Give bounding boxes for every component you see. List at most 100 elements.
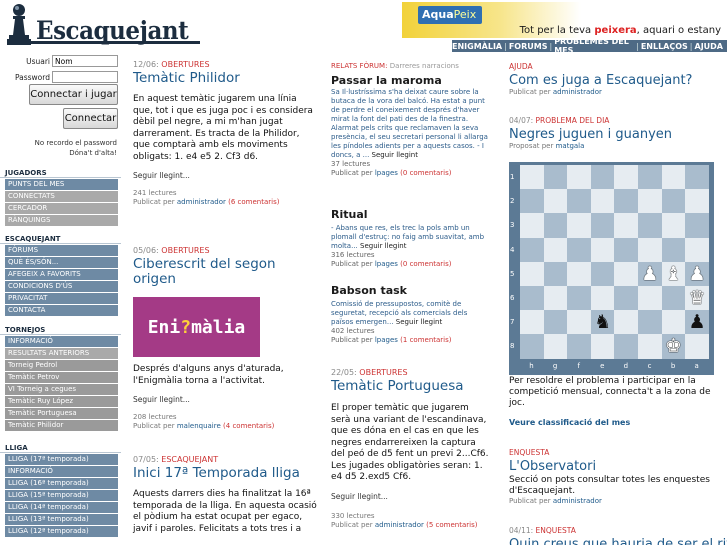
article-category[interactable]: OBERTURES (161, 60, 209, 69)
board-square[interactable] (685, 213, 709, 238)
connect-button[interactable]: Connectar (63, 108, 118, 129)
enigmalia-image[interactable]: Eni? màlia (133, 297, 260, 357)
board-square[interactable] (638, 310, 662, 335)
sidebar-item-torneig[interactable]: Torneig Pedrol (5, 360, 118, 371)
comments-link[interactable]: (0 comentaris) (400, 169, 451, 177)
sidebar-item-torneig[interactable]: Temàtic Petrov (5, 372, 118, 383)
sidebar-item-informacio[interactable]: INFORMACIÓ (5, 336, 118, 347)
sidebar-item-torneig[interactable]: Temàtic Ruy López (5, 396, 118, 407)
board-square[interactable] (614, 237, 638, 262)
white-queen-icon[interactable]: ♛ (685, 286, 709, 310)
sidebar-item-cercador[interactable]: CERCADOR (5, 203, 118, 214)
black-pawn-icon[interactable]: ♟ (685, 310, 709, 334)
board-square[interactable] (543, 261, 568, 286)
board-square[interactable] (685, 189, 709, 214)
board-square[interactable] (685, 237, 709, 262)
black-knight-icon[interactable]: ♞ (591, 310, 615, 334)
board-square[interactable] (638, 189, 662, 214)
board-square[interactable] (661, 213, 686, 238)
nav-enigmalia[interactable]: ENIGMÀLIA (452, 42, 502, 51)
board-square[interactable] (590, 165, 615, 190)
board-square[interactable] (614, 213, 638, 238)
board-square[interactable] (520, 189, 544, 214)
board-square[interactable] (543, 310, 568, 335)
board-square[interactable] (614, 261, 638, 286)
forum-thread-title[interactable]: Babson task (331, 284, 489, 297)
board-square[interactable] (520, 334, 544, 359)
survey-title[interactable]: Quin creus que hauria de ser el ritme (509, 537, 727, 545)
read-more-link[interactable]: Seguir llegint (372, 151, 418, 159)
comments-link[interactable]: (0 comentaris) (400, 260, 451, 268)
author-link[interactable]: administrador (375, 521, 424, 529)
board-square[interactable] (590, 286, 615, 311)
sidebar-item-privacitat[interactable]: PRIVACITAT (5, 293, 118, 304)
board-square[interactable] (614, 165, 638, 190)
board-square[interactable] (590, 334, 615, 359)
comments-link[interactable]: (1 comentaris) (400, 336, 451, 344)
board-square[interactable] (638, 165, 662, 190)
read-more-link[interactable]: Seguir llegint... (331, 492, 489, 501)
monthly-ranking-link[interactable]: Veure classificació del mes (509, 418, 727, 427)
board-square[interactable] (567, 213, 591, 238)
survey-title[interactable]: L'Observatori (509, 459, 727, 474)
problem-title[interactable]: Negres juguen i guanyen (509, 127, 727, 142)
sidebar-item-forums[interactable]: FÒRUMS (5, 245, 118, 256)
author-link[interactable]: administrador (553, 497, 602, 505)
sidebar-item-condicions[interactable]: CONDICIONS D'ÚS (5, 281, 118, 292)
board-square[interactable] (638, 213, 662, 238)
nav-enllacos[interactable]: ENLLAÇOS (641, 42, 688, 51)
sidebar-item-lliga-info[interactable]: INFORMACIÓ (5, 466, 118, 477)
sidebar-item-lliga[interactable]: LLIGA (15ª temporada) (5, 490, 118, 501)
ad-banner[interactable]: AquaPeix Tot per la teva peixera, aquari… (402, 2, 727, 38)
forum-thread-title[interactable]: Passar la maroma (331, 74, 489, 87)
username-input[interactable] (52, 55, 118, 67)
sidebar-item-resultats-anteriors[interactable]: RESULTATS ANTERIORS (5, 348, 118, 359)
nav-ajuda[interactable]: AJUDA (695, 42, 724, 51)
board-square[interactable] (590, 213, 615, 238)
board-square[interactable] (567, 334, 591, 359)
board-square[interactable] (685, 165, 709, 190)
board-square[interactable] (543, 165, 568, 190)
sidebar-item-lliga[interactable]: LLIGA (13ª temporada) (5, 514, 118, 525)
article-title[interactable]: Inici 17ª Temporada lliga (133, 466, 319, 481)
white-bishop-icon[interactable]: ♝ (662, 262, 686, 286)
board-square[interactable] (520, 237, 544, 262)
author-link[interactable]: lpages (375, 169, 398, 177)
board-square[interactable] (543, 334, 568, 359)
board-square[interactable] (520, 213, 544, 238)
register-link[interactable]: Dóna't d'alta! (35, 148, 117, 158)
board-square[interactable] (661, 286, 686, 311)
read-more-link[interactable]: Seguir llegint... (133, 395, 319, 404)
board-square[interactable] (614, 286, 638, 311)
chess-board[interactable]: 1 2 3 4 5 6 7 8 h g f e d c b a ♟ ♝ ♟ ♛ ♞ ♟ ♚ (509, 162, 714, 375)
board-square[interactable] (520, 261, 544, 286)
white-pawn-icon[interactable]: ♟ (685, 262, 709, 286)
white-king-icon[interactable]: ♚ (662, 334, 686, 358)
forgot-password-link[interactable]: No recordo el password (35, 138, 117, 148)
sidebar-item-contacta[interactable]: CONTACTA (5, 305, 118, 316)
sidebar-item-ranquings[interactable]: RÀNQUINGS (5, 215, 118, 226)
sidebar-item-lliga[interactable]: LLIGA (16ª temporada) (5, 478, 118, 489)
author-link[interactable]: lpages (375, 336, 398, 344)
comments-link[interactable]: (4 comentaris) (223, 422, 274, 430)
board-square[interactable] (520, 310, 544, 335)
board-square[interactable] (543, 237, 568, 262)
article-category[interactable]: ESCAQUEJANT (161, 455, 218, 464)
board-square[interactable] (543, 189, 568, 214)
board-square[interactable] (567, 165, 591, 190)
board-square[interactable] (520, 286, 544, 311)
sidebar-item-torneig[interactable]: VI Torneig a cegues (5, 384, 118, 395)
comments-link[interactable]: (6 comentaris) (228, 198, 279, 206)
board-square[interactable] (567, 310, 591, 335)
board-square[interactable] (638, 237, 662, 262)
author-link[interactable]: administrador (177, 198, 226, 206)
board-square[interactable] (567, 286, 591, 311)
board-square[interactable] (661, 237, 686, 262)
article-title[interactable]: Temàtic Philidor (133, 71, 319, 86)
board-square[interactable] (638, 286, 662, 311)
board-square[interactable] (661, 165, 686, 190)
sidebar-item-que-es[interactable]: QUÈ ÉS/SÓN... (5, 257, 118, 268)
article-title[interactable]: Ciberescrit del segon origen (133, 257, 319, 287)
board-square[interactable] (590, 189, 615, 214)
sidebar-item-connectats[interactable]: CONNECTATS (5, 191, 118, 202)
